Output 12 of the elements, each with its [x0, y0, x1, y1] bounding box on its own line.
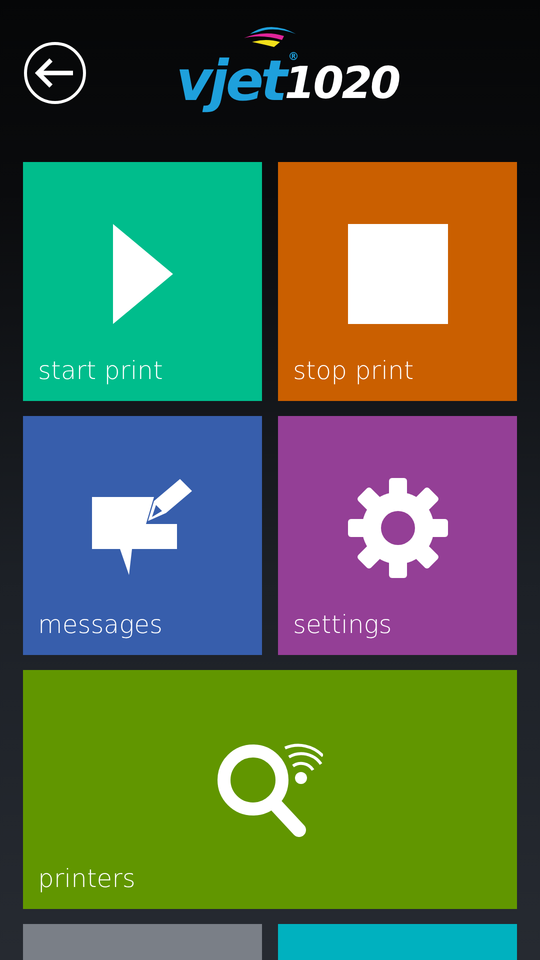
play-icon [112, 224, 172, 324]
stop-icon [348, 224, 448, 324]
gear-icon [348, 478, 448, 578]
tile[interactable]: start print [23, 162, 262, 401]
registered-mark: ® [288, 50, 299, 63]
back-arrow-icon [35, 58, 75, 88]
tile[interactable]: stop print [278, 162, 517, 401]
tile[interactable]: settings [278, 416, 517, 655]
back-button[interactable] [24, 42, 86, 104]
tile[interactable]: messages [23, 416, 262, 655]
message-icon [92, 479, 194, 577]
tile[interactable]: printers [23, 670, 517, 909]
